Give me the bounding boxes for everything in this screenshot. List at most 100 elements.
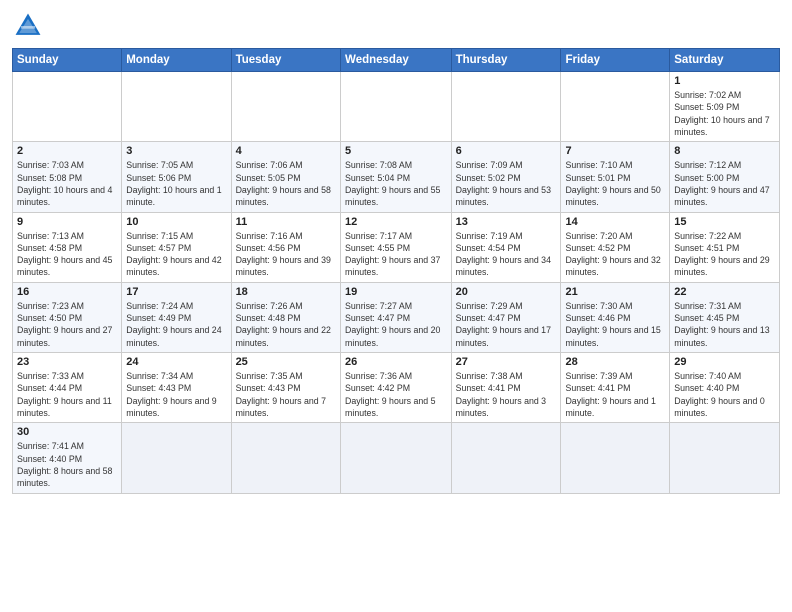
page: SundayMondayTuesdayWednesdayThursdayFrid… — [0, 0, 792, 612]
day-info: Sunrise: 7:08 AM Sunset: 5:04 PM Dayligh… — [345, 159, 447, 208]
day-number: 4 — [236, 145, 336, 157]
calendar-day-cell: 29 Sunrise: 7:40 AM Sunset: 4:40 PM Dayli… — [670, 353, 780, 423]
day-info: Sunrise: 7:33 AM Sunset: 4:44 PM Dayligh… — [17, 370, 117, 419]
calendar-day-cell: 23 Sunrise: 7:33 AM Sunset: 4:44 PM Dayli… — [13, 353, 122, 423]
weekday-header-sunday: Sunday — [13, 49, 122, 72]
day-number: 20 — [456, 286, 557, 298]
day-number: 24 — [126, 356, 226, 368]
calendar-day-cell: 20Sunrise: 7:29 AM Sunset: 4:47 PM Dayli… — [451, 282, 561, 352]
calendar-week-row: 16 Sunrise: 7:23 AM Sunset: 4:50 PM Dayli… — [13, 282, 780, 352]
calendar-day-cell: 30 Sunrise: 7:41 AM Sunset: 4:40 PM Dayli… — [13, 423, 122, 493]
calendar-day-cell: 17Sunrise: 7:24 AM Sunset: 4:49 PM Dayli… — [122, 282, 231, 352]
weekday-header-friday: Friday — [561, 49, 670, 72]
weekday-header-saturday: Saturday — [670, 49, 780, 72]
day-number: 6 — [456, 145, 557, 157]
calendar: SundayMondayTuesdayWednesdayThursdayFrid… — [12, 48, 780, 494]
calendar-day-cell: 28 Sunrise: 7:39 AM Sunset: 4:41 PM Dayli… — [561, 353, 670, 423]
day-number: 15 — [674, 216, 775, 228]
day-number: 19 — [345, 286, 447, 298]
day-info: Sunrise: 7:24 AM Sunset: 4:49 PM Dayligh… — [126, 300, 226, 349]
day-number: 23 — [17, 356, 117, 368]
calendar-day-cell — [122, 72, 231, 142]
day-number: 29 — [674, 356, 775, 368]
calendar-day-cell: 27 Sunrise: 7:38 AM Sunset: 4:41 PM Dayli… — [451, 353, 561, 423]
day-info: Sunrise: 7:09 AM Sunset: 5:02 PM Dayligh… — [456, 159, 557, 208]
day-info: Sunrise: 7:05 AM Sunset: 5:06 PM Dayligh… — [126, 159, 226, 208]
day-number: 21 — [565, 286, 665, 298]
calendar-day-cell: 19 Sunrise: 7:27 AM Sunset: 4:47 PM Dayli… — [341, 282, 452, 352]
day-number: 13 — [456, 216, 557, 228]
day-number: 30 — [17, 426, 117, 438]
day-number: 28 — [565, 356, 665, 368]
calendar-day-cell: 6 Sunrise: 7:09 AM Sunset: 5:02 PM Daylig… — [451, 142, 561, 212]
day-number: 22 — [674, 286, 775, 298]
weekday-header-monday: Monday — [122, 49, 231, 72]
calendar-day-cell: 1Sunrise: 7:02 AM Sunset: 5:09 PM Daylig… — [670, 72, 780, 142]
day-info: Sunrise: 7:17 AM Sunset: 4:55 PM Dayligh… — [345, 230, 447, 279]
day-info: Sunrise: 7:41 AM Sunset: 4:40 PM Dayligh… — [17, 440, 117, 489]
day-number: 14 — [565, 216, 665, 228]
day-info: Sunrise: 7:23 AM Sunset: 4:50 PM Dayligh… — [17, 300, 117, 349]
calendar-day-cell — [561, 72, 670, 142]
day-info: Sunrise: 7:31 AM Sunset: 4:45 PM Dayligh… — [674, 300, 775, 349]
day-info: Sunrise: 7:20 AM Sunset: 4:52 PM Dayligh… — [565, 230, 665, 279]
calendar-day-cell — [13, 72, 122, 142]
calendar-week-row: 1Sunrise: 7:02 AM Sunset: 5:09 PM Daylig… — [13, 72, 780, 142]
day-number: 5 — [345, 145, 447, 157]
day-number: 16 — [17, 286, 117, 298]
weekday-header-thursday: Thursday — [451, 49, 561, 72]
day-number: 9 — [17, 216, 117, 228]
day-info: Sunrise: 7:19 AM Sunset: 4:54 PM Dayligh… — [456, 230, 557, 279]
calendar-week-row: 9Sunrise: 7:13 AM Sunset: 4:58 PM Daylig… — [13, 212, 780, 282]
calendar-day-cell: 14 Sunrise: 7:20 AM Sunset: 4:52 PM Dayli… — [561, 212, 670, 282]
day-number: 10 — [126, 216, 226, 228]
calendar-week-row: 30 Sunrise: 7:41 AM Sunset: 4:40 PM Dayli… — [13, 423, 780, 493]
calendar-day-cell: 24Sunrise: 7:34 AM Sunset: 4:43 PM Dayli… — [122, 353, 231, 423]
calendar-day-cell — [231, 423, 340, 493]
calendar-day-cell: 13 Sunrise: 7:19 AM Sunset: 4:54 PM Dayli… — [451, 212, 561, 282]
calendar-week-row: 2Sunrise: 7:03 AM Sunset: 5:08 PM Daylig… — [13, 142, 780, 212]
day-info: Sunrise: 7:10 AM Sunset: 5:01 PM Dayligh… — [565, 159, 665, 208]
calendar-day-cell: 4 Sunrise: 7:06 AM Sunset: 5:05 PM Daylig… — [231, 142, 340, 212]
day-info: Sunrise: 7:27 AM Sunset: 4:47 PM Dayligh… — [345, 300, 447, 349]
calendar-day-cell — [561, 423, 670, 493]
header — [12, 10, 780, 42]
calendar-day-cell — [670, 423, 780, 493]
day-info: Sunrise: 7:16 AM Sunset: 4:56 PM Dayligh… — [236, 230, 336, 279]
calendar-day-cell: 16 Sunrise: 7:23 AM Sunset: 4:50 PM Dayli… — [13, 282, 122, 352]
calendar-day-cell — [341, 423, 452, 493]
calendar-day-cell — [122, 423, 231, 493]
calendar-day-cell — [341, 72, 452, 142]
logo-icon — [12, 10, 44, 42]
calendar-day-cell — [451, 423, 561, 493]
calendar-day-cell: 8Sunrise: 7:12 AM Sunset: 5:00 PM Daylig… — [670, 142, 780, 212]
calendar-day-cell: 3Sunrise: 7:05 AM Sunset: 5:06 PM Daylig… — [122, 142, 231, 212]
weekday-header-wednesday: Wednesday — [341, 49, 452, 72]
calendar-day-cell: 5 Sunrise: 7:08 AM Sunset: 5:04 PM Daylig… — [341, 142, 452, 212]
day-number: 27 — [456, 356, 557, 368]
day-info: Sunrise: 7:39 AM Sunset: 4:41 PM Dayligh… — [565, 370, 665, 419]
calendar-day-cell — [231, 72, 340, 142]
day-info: Sunrise: 7:15 AM Sunset: 4:57 PM Dayligh… — [126, 230, 226, 279]
calendar-day-cell: 22 Sunrise: 7:31 AM Sunset: 4:45 PM Dayli… — [670, 282, 780, 352]
day-info: Sunrise: 7:06 AM Sunset: 5:05 PM Dayligh… — [236, 159, 336, 208]
calendar-day-cell: 25Sunrise: 7:35 AM Sunset: 4:43 PM Dayli… — [231, 353, 340, 423]
day-info: Sunrise: 7:36 AM Sunset: 4:42 PM Dayligh… — [345, 370, 447, 419]
day-info: Sunrise: 7:40 AM Sunset: 4:40 PM Dayligh… — [674, 370, 775, 419]
day-number: 18 — [236, 286, 336, 298]
calendar-day-cell: 15 Sunrise: 7:22 AM Sunset: 4:51 PM Dayli… — [670, 212, 780, 282]
day-number: 7 — [565, 145, 665, 157]
day-info: Sunrise: 7:22 AM Sunset: 4:51 PM Dayligh… — [674, 230, 775, 279]
day-info: Sunrise: 7:26 AM Sunset: 4:48 PM Dayligh… — [236, 300, 336, 349]
day-number: 11 — [236, 216, 336, 228]
day-info: Sunrise: 7:35 AM Sunset: 4:43 PM Dayligh… — [236, 370, 336, 419]
calendar-day-cell: 26Sunrise: 7:36 AM Sunset: 4:42 PM Dayli… — [341, 353, 452, 423]
calendar-day-cell: 18 Sunrise: 7:26 AM Sunset: 4:48 PM Dayli… — [231, 282, 340, 352]
day-number: 2 — [17, 145, 117, 157]
day-info: Sunrise: 7:02 AM Sunset: 5:09 PM Dayligh… — [674, 89, 775, 138]
calendar-day-cell: 10 Sunrise: 7:15 AM Sunset: 4:57 PM Dayli… — [122, 212, 231, 282]
day-info: Sunrise: 7:38 AM Sunset: 4:41 PM Dayligh… — [456, 370, 557, 419]
calendar-day-cell: 12Sunrise: 7:17 AM Sunset: 4:55 PM Dayli… — [341, 212, 452, 282]
calendar-day-cell: 11 Sunrise: 7:16 AM Sunset: 4:56 PM Dayli… — [231, 212, 340, 282]
day-info: Sunrise: 7:12 AM Sunset: 5:00 PM Dayligh… — [674, 159, 775, 208]
